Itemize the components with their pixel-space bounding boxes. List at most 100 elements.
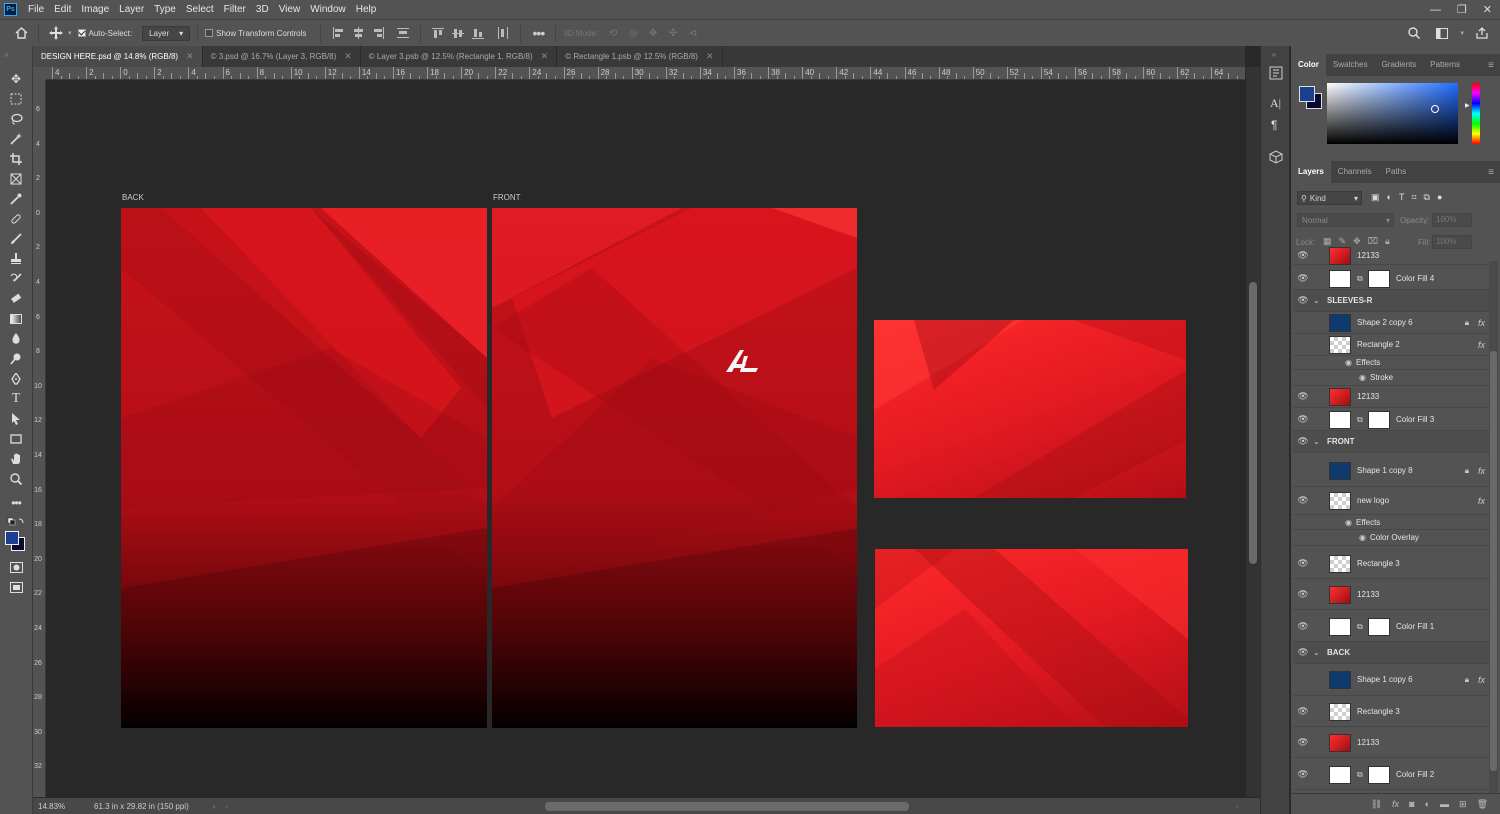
add-style-icon[interactable]: fx [1392,799,1399,809]
effect-name[interactable]: Effects [1356,518,1380,527]
layer-name[interactable]: FRONT [1327,437,1355,446]
collapse-icon[interactable]: » [4,50,8,59]
layer-group[interactable]: 👁︎ ⌄ SLEEVES-R [1293,290,1489,312]
distribute-vertical-icon[interactable] [494,24,512,42]
artboard-sleeve-top[interactable] [874,320,1186,498]
layer-name[interactable]: Rectangle 2 [1357,340,1400,349]
show-transform-checkbox[interactable]: Show Transform Controls [205,29,306,38]
layer-name[interactable]: new logo [1357,496,1389,505]
hue-slider-handle[interactable]: ▶ [1465,102,1470,109]
effect-eye-icon[interactable]: ◉ [1359,533,1366,542]
link-layers-icon[interactable]: ⛓︎ [1371,799,1382,810]
visibility-eye-icon[interactable]: 👁︎ [1293,414,1313,425]
close-icon[interactable]: ✕ [1483,3,1492,16]
menu-file[interactable]: File [23,0,49,19]
layer-name[interactable]: Shape 1 copy 8 [1357,466,1413,475]
expand-panels-icon[interactable]: « [1272,50,1276,59]
close-icon[interactable]: ✕ [541,51,549,62]
scroll-right-icon[interactable]: › [1235,802,1238,811]
new-group-icon[interactable]: ▬ [1440,799,1449,809]
3d-camera-icon[interactable]: ⊲ [684,24,702,42]
new-layer-icon[interactable]: ⊞ [1459,799,1467,810]
history-brush-icon[interactable] [7,270,25,288]
lasso-tool-icon[interactable] [7,110,25,128]
minimize-icon[interactable]: — [1430,4,1441,16]
layer-effect[interactable]: ◉ Color Overlay [1293,530,1489,546]
layer-effect[interactable]: ◉ Stroke [1293,370,1489,386]
fx-icon[interactable]: fx [1478,318,1485,328]
chevron-down-icon[interactable]: ⌄ [1313,296,1327,305]
layer-name[interactable]: 12133 [1357,392,1379,401]
brand-logo[interactable] [724,346,764,374]
ruler-origin[interactable] [33,67,46,80]
align-center-icon[interactable] [349,24,367,42]
filter-type-icon[interactable]: T [1399,192,1405,203]
blur-tool-icon[interactable] [7,330,25,348]
visibility-eye-icon[interactable]: 👁︎ [1293,621,1313,632]
3d-orbit-icon[interactable]: ⟲ [604,24,622,42]
vertical-scroll-thumb[interactable] [1249,282,1257,564]
eraser-tool-icon[interactable] [7,290,25,308]
share-icon[interactable] [1473,24,1491,42]
chevron-down-icon[interactable]: ▾ [68,29,72,37]
rectangle-tool-icon[interactable] [7,430,25,448]
ruler-horizontal[interactable]: 4 2 0 2 4 6 8 10 12 14 16 18 20 22 24 26 28 30 32 34 36 38 40 4… [46,67,1245,80]
3d-roll-icon[interactable]: ◎ [624,24,642,42]
menu-filter[interactable]: Filter [219,0,251,19]
layer-name[interactable]: Color Fill 3 [1396,415,1434,424]
zoom-level[interactable]: 14.83% [38,802,84,811]
tab-3-psd[interactable]: © 3.psd @ 16.7% (Layer 3, RGB/8) ✕ [202,46,361,67]
link-icon[interactable]: ⧉ [1357,770,1365,780]
edit-toolbar-icon[interactable]: ••• [7,494,25,512]
layer-effect[interactable]: ◉ Effects [1293,356,1489,370]
workspace-icon[interactable] [1433,24,1451,42]
menu-layer[interactable]: Layer [114,0,149,19]
paragraph-panel-icon[interactable]: ¶ [1271,118,1277,132]
align-bottom-icon[interactable] [469,24,487,42]
dodge-tool-icon[interactable] [7,350,25,368]
visibility-eye-icon[interactable]: 👁︎ [1293,558,1313,569]
layer-row[interactable]: 👁︎ ⧉ Color Fill 1 [1293,612,1489,642]
tab-patterns[interactable]: Patterns [1423,54,1467,76]
layer-row[interactable]: 👁︎Shape 1 copy 8🔒︎fx [1293,455,1489,487]
visibility-eye-icon[interactable]: 👁︎ [1293,436,1313,447]
layer-name[interactable]: BACK [1327,648,1350,657]
fx-icon[interactable]: fx [1478,496,1485,506]
tab-gradients[interactable]: Gradients [1375,54,1424,76]
auto-select-dropdown[interactable]: Layer ▾ [142,25,191,41]
status-menu-icon[interactable]: › [213,802,216,811]
lock-artboard-icon[interactable]: ⌧ [1368,236,1378,247]
tab-channels[interactable]: Channels [1331,161,1379,183]
hand-tool-icon[interactable] [7,450,25,468]
close-icon[interactable]: ✕ [344,51,352,62]
move-tool-icon[interactable] [47,24,65,42]
link-icon[interactable]: ⧉ [1357,415,1365,425]
layer-name[interactable]: Color Fill 4 [1396,274,1434,283]
lock-transparent-icon[interactable]: ▦ [1323,236,1332,247]
chevron-down-icon[interactable]: ⌄ [1313,437,1327,446]
horizontal-scroll-thumb[interactable] [545,802,909,811]
layer-row[interactable]: 👁︎ Rectangle 3 [1293,697,1489,727]
color-picker-marker[interactable] [1431,105,1439,113]
menu-type[interactable]: Type [149,0,181,19]
canvas[interactable]: BACK FRONT [46,80,1245,797]
visibility-eye-icon[interactable]: 👁︎ [1293,706,1313,717]
tab-color[interactable]: Color [1291,54,1326,76]
scroll-left-icon[interactable]: ‹ [225,802,228,811]
effect-eye-icon[interactable]: ◉ [1359,373,1366,382]
menu-view[interactable]: View [274,0,306,19]
layer-row[interactable]: 👁︎ new logo fx [1293,487,1489,515]
layer-row[interactable]: 👁︎ ⧉ Color Fill 4 [1293,268,1489,290]
lock-pixels-icon[interactable]: ✎ [1339,236,1347,247]
add-mask-icon[interactable]: ◙ [1409,799,1414,809]
visibility-eye-icon[interactable]: 👁︎ [1293,495,1313,506]
color-picker-field[interactable] [1327,83,1458,144]
clone-stamp-icon[interactable] [7,250,25,268]
visibility-eye-icon[interactable]: 👁︎ [1293,250,1313,261]
home-icon[interactable] [12,24,30,42]
chevron-down-icon[interactable]: ⌄ [1313,648,1327,657]
layer-name[interactable]: 12133 [1357,590,1379,599]
artboard-front[interactable] [492,208,857,728]
healing-brush-icon[interactable] [7,210,25,228]
workspace-chevron-icon[interactable]: ▾ [1460,29,1464,37]
